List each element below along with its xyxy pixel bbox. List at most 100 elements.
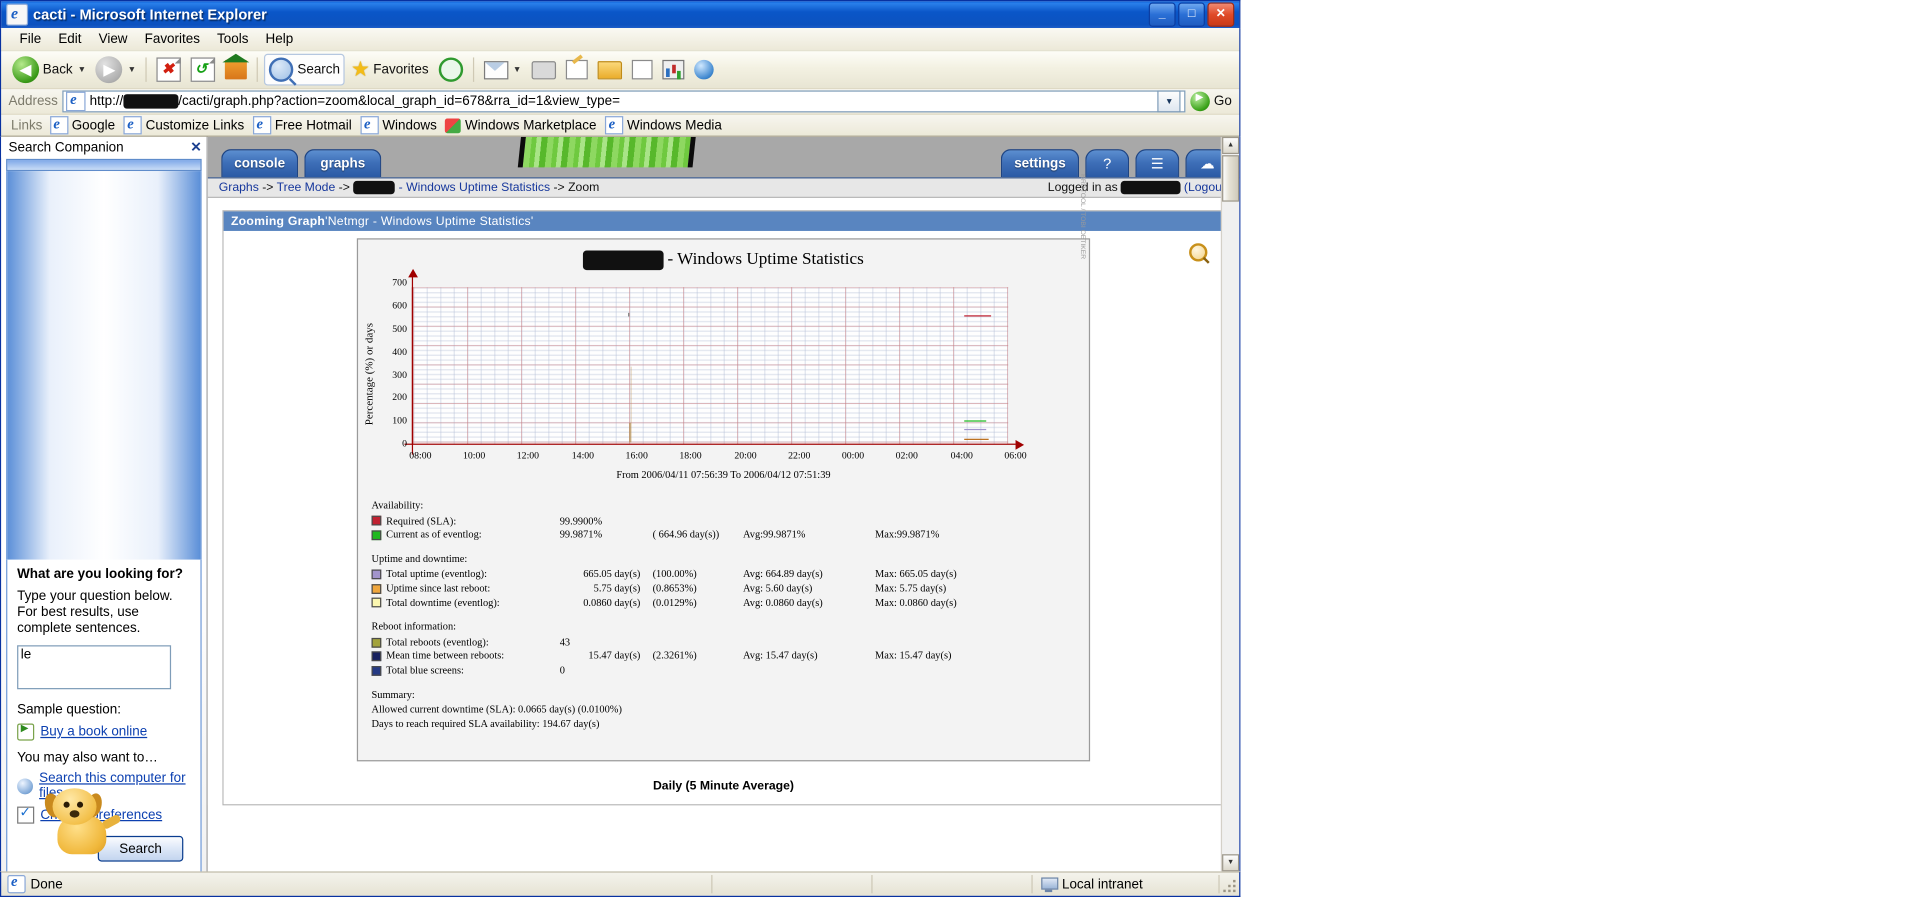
print-button[interactable] bbox=[527, 58, 559, 81]
link-windows[interactable]: Windows bbox=[360, 115, 445, 135]
legend-value-2: (0.0129%) bbox=[652, 595, 697, 609]
series-mark-current-eventlog bbox=[964, 420, 987, 422]
link-google[interactable]: Google bbox=[49, 115, 124, 135]
close-icon: ✕ bbox=[1215, 7, 1226, 21]
legend-value: 15.47 day(s) bbox=[588, 649, 641, 662]
menu-favorites[interactable]: Favorites bbox=[136, 31, 208, 48]
legend-swatch bbox=[371, 598, 382, 608]
rrd-graph[interactable]: ██████ - Windows Uptime Statistics Perce… bbox=[356, 174, 1091, 762]
scroll-down-button[interactable]: ▼ bbox=[1222, 854, 1240, 872]
edit-button[interactable] bbox=[562, 57, 591, 81]
toolbar-separator bbox=[145, 57, 148, 82]
play-icon bbox=[17, 722, 35, 741]
zoom-tool-button[interactable] bbox=[1189, 243, 1209, 263]
y-axis bbox=[408, 268, 418, 455]
minimize-button[interactable]: _ bbox=[1148, 2, 1176, 27]
page-scrollbar[interactable]: ▲ ▼ bbox=[1220, 136, 1240, 872]
address-dropdown-button[interactable]: ▼ bbox=[1157, 90, 1181, 113]
dog-head bbox=[52, 788, 97, 825]
back-arrow-icon: ◀ bbox=[12, 56, 40, 84]
tab-settings[interactable]: settings bbox=[1000, 149, 1080, 178]
back-label: Back bbox=[42, 62, 73, 77]
sidebar-body-fill bbox=[6, 171, 202, 560]
address-input[interactable]: http://█████/cacti/graph.php?action=zoom… bbox=[62, 90, 1186, 113]
breadcrumb-graph-name[interactable]: - Windows Uptime Statistics bbox=[395, 181, 550, 194]
folder-button[interactable] bbox=[593, 58, 625, 81]
y-tick: 0 bbox=[402, 438, 407, 450]
mail-dropdown-icon[interactable]: ▼ bbox=[513, 65, 521, 74]
breadcrumb-tree-mode[interactable]: Tree Mode bbox=[277, 181, 336, 194]
sample-question-label: Sample question: bbox=[17, 702, 121, 718]
history-button[interactable] bbox=[435, 55, 467, 84]
refresh-button[interactable]: ↺ bbox=[187, 55, 219, 84]
search-button[interactable]: Search bbox=[264, 53, 345, 86]
link-label: Windows bbox=[382, 117, 437, 133]
research-button[interactable] bbox=[658, 57, 687, 81]
list-button[interactable]: ☰ bbox=[1135, 149, 1180, 178]
menu-file[interactable]: File bbox=[11, 31, 50, 48]
help-icon: ? bbox=[1103, 155, 1112, 173]
maximize-button[interactable]: □ bbox=[1178, 2, 1205, 27]
legend-value: 43 bbox=[559, 635, 571, 648]
x-tick: 22:00 bbox=[788, 449, 811, 461]
zone-label: Local intranet bbox=[1061, 876, 1143, 892]
menu-view[interactable]: View bbox=[90, 31, 136, 48]
favorites-button[interactable]: ★ Favorites bbox=[347, 59, 432, 81]
scroll-thumb[interactable] bbox=[1222, 155, 1240, 202]
media-button[interactable] bbox=[690, 57, 717, 81]
close-icon[interactable]: ✕ bbox=[190, 139, 201, 156]
browser-chrome: File Edit View Favorites Tools Help ◀ Ba… bbox=[0, 28, 1241, 137]
url-redacted: █████ bbox=[123, 94, 179, 109]
legend-swatch bbox=[371, 651, 382, 662]
legend-label: Total uptime (eventlog): bbox=[386, 567, 487, 580]
help-button[interactable]: ? bbox=[1085, 149, 1130, 178]
y-tick: 500 bbox=[392, 323, 407, 335]
go-button[interactable]: Go bbox=[1190, 91, 1240, 112]
search-companion-header: Search Companion ✕ bbox=[1, 136, 207, 158]
back-button[interactable]: ◀ Back ▼ bbox=[9, 54, 90, 86]
legend-max: Max: 5.75 day(s) bbox=[875, 581, 947, 594]
magnifier-icon bbox=[1189, 243, 1208, 262]
back-dropdown-icon[interactable]: ▼ bbox=[78, 65, 86, 74]
close-button[interactable]: ✕ bbox=[1207, 2, 1235, 27]
toolbar-separator-2 bbox=[257, 57, 259, 82]
menu-help[interactable]: Help bbox=[257, 31, 302, 48]
link-free-hotmail[interactable]: Free Hotmail bbox=[252, 115, 361, 135]
title-bar: cacti - Microsoft Internet Explorer _ □ … bbox=[0, 0, 1241, 29]
resize-grip[interactable] bbox=[1220, 876, 1237, 893]
search-hint: Type your question below. For best resul… bbox=[17, 589, 173, 636]
search-input[interactable] bbox=[17, 645, 172, 690]
messenger-button[interactable] bbox=[628, 57, 656, 81]
tab-console[interactable]: console bbox=[221, 149, 299, 178]
legend-label: Uptime since last reboot: bbox=[386, 581, 491, 594]
globe-icon bbox=[693, 59, 714, 80]
breadcrumb: Graphs -> Tree Mode -> ████ - Windows Up… bbox=[219, 180, 599, 195]
graph-footer: Daily (5 Minute Average) bbox=[223, 771, 1224, 805]
scroll-up-button[interactable]: ▲ bbox=[1222, 136, 1240, 154]
cacti-banner-image bbox=[517, 136, 696, 168]
link-customize-links[interactable]: Customize Links bbox=[123, 115, 253, 135]
link-windows-media[interactable]: Windows Media bbox=[605, 115, 730, 135]
breadcrumb-sep-2: -> bbox=[335, 180, 354, 195]
security-zone[interactable]: Local intranet bbox=[1033, 875, 1220, 894]
breadcrumb-graphs[interactable]: Graphs bbox=[219, 181, 259, 194]
window-icon bbox=[6, 3, 29, 26]
breadcrumb-sep-1: -> bbox=[258, 180, 277, 195]
mail-button[interactable]: ▼ bbox=[480, 58, 525, 81]
sample-question-row[interactable]: Buy a book online bbox=[17, 722, 191, 741]
stop-button[interactable]: ✖ bbox=[153, 55, 185, 84]
menu-tools[interactable]: Tools bbox=[208, 31, 257, 48]
tab-graphs[interactable]: graphs bbox=[304, 149, 382, 178]
ie-icon bbox=[605, 115, 624, 135]
forward-dropdown-icon[interactable]: ▼ bbox=[128, 65, 136, 74]
forward-button[interactable]: ▶ ▼ bbox=[92, 54, 140, 86]
sample-question-link[interactable]: Buy a book online bbox=[40, 725, 147, 740]
dog-assistant-icon[interactable] bbox=[42, 786, 123, 862]
home-button[interactable] bbox=[222, 53, 251, 81]
link-windows-marketplace[interactable]: Windows Marketplace bbox=[445, 117, 605, 133]
legend-group-availability: Availability: Required (SLA): 99.9900% C… bbox=[371, 499, 1080, 543]
menu-edit[interactable]: Edit bbox=[50, 31, 90, 48]
also-want-label: You may also want to… bbox=[17, 750, 158, 766]
status-text: Done bbox=[30, 876, 63, 892]
dog-nose bbox=[69, 810, 80, 818]
